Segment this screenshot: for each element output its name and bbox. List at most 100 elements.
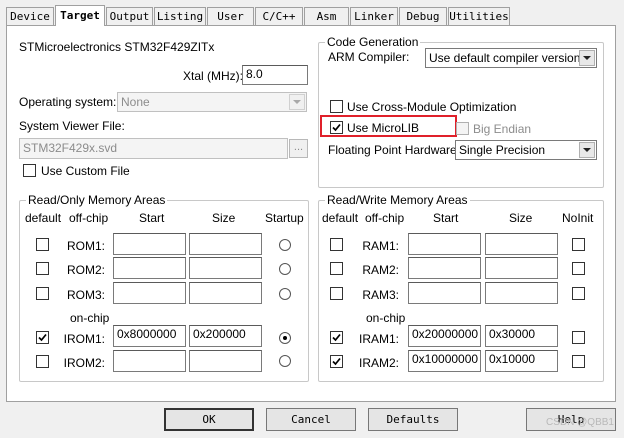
ram1-start-input[interactable] [408,233,481,255]
ram3-default-checkbox[interactable] [330,287,343,300]
iram1-noinit-checkbox[interactable] [572,331,585,344]
ram2-noinit-checkbox[interactable] [572,262,585,275]
rom2-default-checkbox[interactable] [36,262,49,275]
ro-header-size: Size [212,211,236,225]
os-dropdown-button[interactable] [289,94,305,110]
iram2-default-checkbox[interactable] [330,355,343,368]
ro-header-offchip: off-chip [69,211,109,225]
irom1-start-input[interactable]: 0x8000000 [113,325,186,347]
cancel-button[interactable]: Cancel [266,408,356,431]
tab-debug[interactable]: Debug [399,7,447,25]
svf-browse-button[interactable]: ... [289,139,308,158]
rw-header-offchip: off-chip [365,211,405,225]
rom3-start-input[interactable] [113,282,186,304]
rw-onchip-label: on-chip [366,311,406,325]
rom3-startup-radio[interactable] [279,288,291,300]
ram1-size-input[interactable] [485,233,558,255]
fpu-value: Single Precision [459,143,546,157]
chevron-down-icon [583,148,591,152]
ram3-start-input[interactable] [408,282,481,304]
iram2-size-input[interactable]: 0x10000 [485,350,558,372]
ram1-default-checkbox[interactable] [330,238,343,251]
rom1-size-input[interactable] [189,233,262,255]
radio-selected-dot [283,336,287,340]
tab-c-cpp[interactable]: C/C++ [255,7,303,25]
os-select[interactable]: None [117,92,307,112]
fpu-label: Floating Point Hardware: [328,143,461,157]
irom1-default-checkbox[interactable] [36,331,49,344]
ram1-noinit-checkbox[interactable] [572,238,585,251]
iram2-start-input[interactable]: 0x10000000 [408,350,481,372]
checkmark-icon [332,333,341,342]
iram2-label: IRAM2: [358,356,399,370]
irom2-default-checkbox[interactable] [36,355,49,368]
arm-compiler-dropdown-button[interactable] [579,50,595,66]
irom2-label: IROM2: [63,356,105,370]
rom2-size-input[interactable] [189,257,262,279]
iram2-noinit-checkbox[interactable] [572,355,585,368]
tab-utilities[interactable]: Utilities [448,7,510,25]
iram1-label: IRAM1: [358,332,399,346]
xtal-label: Xtal (MHz): [183,69,243,83]
tab-listing[interactable]: Listing [154,7,206,25]
rom3-label: ROM3: [66,288,105,302]
irom1-startup-radio[interactable] [279,332,291,344]
rom2-label: ROM2: [66,263,105,277]
svf-input[interactable]: STM32F429x.svd [19,138,288,159]
ram2-start-input[interactable] [408,257,481,279]
ro-memory-title: Read/Only Memory Areas [26,193,168,207]
fpu-dropdown-button[interactable] [579,142,595,158]
rw-header-default: default [322,211,359,225]
code-generation-title: Code Generation [325,35,421,49]
ram2-label: RAM2: [362,263,399,277]
watermark: CSDN @QBB1 [546,417,614,428]
rom1-start-input[interactable] [113,233,186,255]
ok-button[interactable]: OK [164,408,254,431]
cross-module-label: Use Cross-Module Optimization [347,100,517,114]
ram2-size-input[interactable] [485,257,558,279]
defaults-button[interactable]: Defaults [368,408,458,431]
rom2-startup-radio[interactable] [279,263,291,275]
rom1-label: ROM1: [66,239,105,253]
tab-asm[interactable]: Asm [304,7,349,25]
rom3-size-input[interactable] [189,282,262,304]
cross-module-checkbox[interactable] [330,100,343,113]
device-name: STMicroelectronics STM32F429ZITx [19,40,215,54]
ram3-noinit-checkbox[interactable] [572,287,585,300]
ro-header-startup: Startup [265,211,304,225]
xtal-input[interactable]: 8.0 [242,65,308,85]
irom2-start-input[interactable] [113,350,186,372]
rom2-start-input[interactable] [113,257,186,279]
rom3-default-checkbox[interactable] [36,287,49,300]
ram3-size-input[interactable] [485,282,558,304]
ram3-label: RAM3: [362,288,399,302]
rw-memory-title: Read/Write Memory Areas [325,193,470,207]
custom-file-label: Use Custom File [41,164,130,178]
ram2-default-checkbox[interactable] [330,262,343,275]
custom-file-checkbox[interactable] [23,164,36,177]
rw-header-size: Size [509,211,533,225]
tab-device[interactable]: Device [6,7,54,25]
svf-label: System Viewer File: [19,119,125,133]
irom2-startup-radio[interactable] [279,355,291,367]
arm-compiler-select[interactable]: Use default compiler version 5 [425,48,597,68]
tab-target[interactable]: Target [55,5,105,26]
iram1-size-input[interactable]: 0x30000 [485,325,558,347]
irom1-size-input[interactable]: 0x200000 [189,325,262,347]
rom1-default-checkbox[interactable] [36,238,49,251]
tab-output[interactable]: Output [106,7,153,25]
chevron-down-icon [583,56,591,60]
checkmark-icon [38,333,47,342]
iram1-start-input[interactable]: 0x20000000 [408,325,481,347]
iram1-default-checkbox[interactable] [330,331,343,344]
rom1-startup-radio[interactable] [279,239,291,251]
ro-onchip-label: on-chip [70,311,110,325]
rw-header-noinit: NoInit [562,211,594,225]
irom1-label: IROM1: [63,332,105,346]
tab-linker[interactable]: Linker [350,7,398,25]
tab-user[interactable]: User [207,7,254,25]
irom2-size-input[interactable] [189,350,262,372]
os-value: None [121,95,150,109]
fpu-select[interactable]: Single Precision [455,140,597,160]
big-endian-checkbox[interactable] [456,122,469,135]
